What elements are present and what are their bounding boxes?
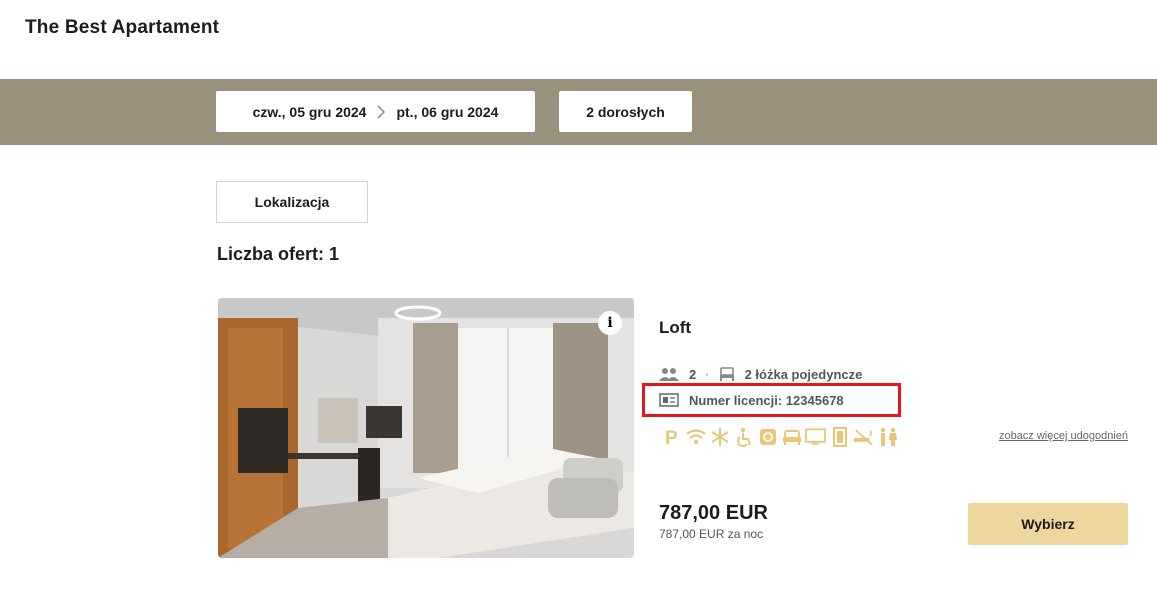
bed-icon xyxy=(719,367,735,381)
parking-icon: P xyxy=(661,426,682,448)
wifi-icon xyxy=(685,426,706,448)
tv-icon xyxy=(805,426,826,448)
search-bar: czw., 05 gru 2024 pt., 06 gru 2024 2 dor… xyxy=(0,79,1157,145)
sofa-icon xyxy=(781,426,802,448)
offers-count: Liczba ofert: 1 xyxy=(217,244,340,264)
offer-photo[interactable] xyxy=(218,298,634,558)
offer-meta: 2 · 2 łóżka pojedyncze xyxy=(659,364,862,384)
license-number: Numer licencji: 12345678 xyxy=(689,392,844,408)
chevron-right-icon xyxy=(374,104,388,119)
guests-icon xyxy=(659,367,679,381)
info-button[interactable]: i xyxy=(598,311,622,335)
beds-description: 2 łóżka pojedyncze xyxy=(744,366,863,382)
no-smoking-icon xyxy=(853,426,874,448)
offer-price: 787,00 EUR xyxy=(659,502,768,524)
location-button[interactable]: Lokalizacja xyxy=(216,181,368,223)
check-in-date: czw., 05 gru 2024 xyxy=(252,103,367,120)
restroom-icon xyxy=(877,426,898,448)
offer-name: Loft xyxy=(659,318,692,337)
amenities-list: P xyxy=(661,426,898,448)
check-out-date: pt., 06 gru 2024 xyxy=(396,103,499,120)
price-per-night: 787,00 EUR za noc xyxy=(659,527,764,541)
guests-picker[interactable]: 2 dorosłych xyxy=(559,91,692,132)
license-icon xyxy=(659,393,679,407)
license-row: Numer licencji: 12345678 xyxy=(659,390,844,410)
more-amenities-link[interactable]: zobacz więcej udogodnień xyxy=(999,430,1128,442)
date-range-picker[interactable]: czw., 05 gru 2024 pt., 06 gru 2024 xyxy=(216,91,535,132)
svg-text:P: P xyxy=(665,428,678,447)
site-title: The Best Apartament xyxy=(25,17,220,38)
accessible-icon xyxy=(733,426,754,448)
coffee-icon xyxy=(757,426,778,448)
meta-separator: · xyxy=(705,366,710,382)
guest-count: 2 xyxy=(689,366,697,382)
air-conditioning-icon xyxy=(709,426,730,448)
door-icon xyxy=(829,426,850,448)
select-offer-button[interactable]: Wybierz xyxy=(968,503,1128,545)
